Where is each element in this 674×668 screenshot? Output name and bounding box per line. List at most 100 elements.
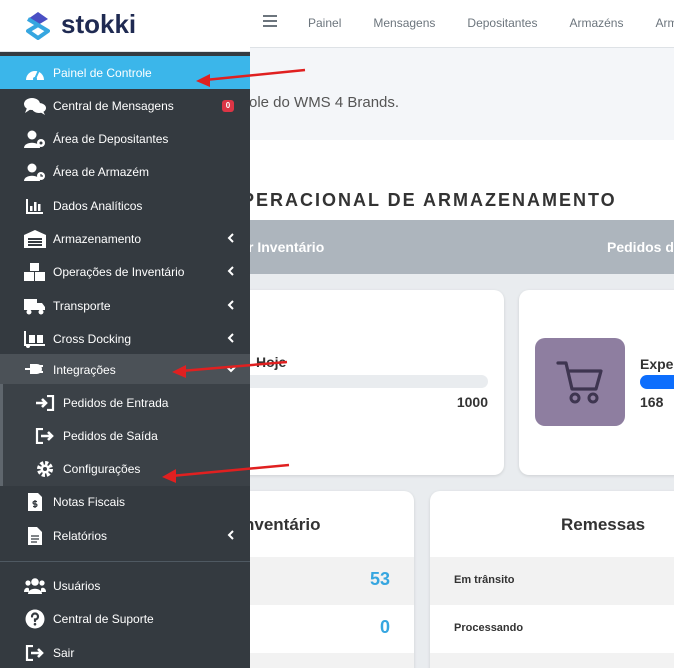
brand-link[interactable]: stokki xyxy=(0,0,250,52)
comments-icon xyxy=(24,96,46,115)
stat-card-expedition: Exped 168 xyxy=(519,290,674,475)
question-circle-icon xyxy=(24,609,46,628)
sidebar-item-label: Operações de Inventário xyxy=(53,265,185,279)
hamburger-menu-icon[interactable] xyxy=(263,15,277,27)
sidebar-item-label: Relatórios xyxy=(53,529,108,543)
sidebar-item-armazenamento[interactable]: Armazenamento xyxy=(0,222,250,255)
chevron-down-icon xyxy=(226,366,236,373)
sidebar-item-label: Central de Suporte xyxy=(53,612,154,626)
truck-icon xyxy=(24,296,46,315)
sidebar-item-sair[interactable]: Sair xyxy=(0,636,250,668)
stat-value-today: 1000 xyxy=(456,394,488,410)
shopping-cart-icon xyxy=(535,338,625,426)
table-row xyxy=(430,653,674,668)
table-row: 0 xyxy=(236,605,414,653)
top-navbar: Painel Mensagens Depositantes Armazéns A… xyxy=(250,0,674,48)
sidebar-item-transporte[interactable]: Transporte xyxy=(0,289,250,322)
shipment-status: Em trânsito xyxy=(454,574,515,586)
shipments-title: Remessas xyxy=(561,515,646,534)
sidebar-item-depositantes[interactable]: Área de Depositantes xyxy=(0,122,250,155)
sidebar-item-label: Central de Mensagens xyxy=(53,99,174,113)
topnav-armazens[interactable]: Armazéns xyxy=(569,16,623,30)
sidebar-item-analiticos[interactable]: Dados Analíticos xyxy=(0,189,250,222)
sidebar-item-configuracoes[interactable]: Configurações xyxy=(0,452,250,485)
file-alt-icon xyxy=(24,526,46,545)
chevron-left-icon xyxy=(227,333,234,343)
messages-count-badge: 0 xyxy=(222,100,234,112)
sidebar-item-label: Notas Fiscais xyxy=(53,495,126,509)
topnav-depositantes[interactable]: Depositantes xyxy=(467,16,537,30)
sidebar-item-relatorios[interactable]: Relatórios xyxy=(0,519,250,552)
users-icon xyxy=(24,576,46,595)
sidebar-item-label: Pedidos de Entrada xyxy=(63,396,169,410)
topnav-armazenamento[interactable]: Armazen xyxy=(655,16,674,30)
page-subtitle: role do WMS 4 Brands. xyxy=(244,94,400,111)
summary-header-bar: r Inventário Pedidos de xyxy=(248,220,674,274)
bar-label-orders: Pedidos de xyxy=(607,239,674,255)
sign-in-icon xyxy=(34,393,56,412)
sidebar-item-label: Pedidos de Saída xyxy=(63,429,158,443)
sidebar-item-label: Sair xyxy=(53,646,75,660)
stat-value-expedition: 168 xyxy=(640,394,664,410)
sidebar-item-label: Painel de Controle xyxy=(53,66,152,80)
progress-bar-expedition xyxy=(640,375,674,389)
sidebar-item-painel[interactable]: Painel de Controle xyxy=(0,56,250,89)
sidebar-item-label: Configurações xyxy=(63,462,141,476)
user-cog-icon xyxy=(24,129,46,148)
sidebar-item-integracoes[interactable]: Integrações xyxy=(0,354,250,384)
table-row: Processando xyxy=(430,605,674,653)
sidebar: stokki Painel de Controle Central de Men… xyxy=(0,0,250,668)
sidebar-item-label: Área de Depositantes xyxy=(53,132,169,146)
shipments-tile: Remessas Em trânsito Processando xyxy=(430,491,674,668)
file-invoice-dollar-icon xyxy=(24,492,46,511)
user-clock-icon xyxy=(24,162,46,181)
table-row: 53 xyxy=(236,557,414,605)
inventory-tile: nventário 53 0 xyxy=(236,491,414,668)
stat-label-today: Hoje xyxy=(256,354,287,370)
progress-bar-today xyxy=(236,375,488,388)
chevron-left-icon xyxy=(227,530,234,540)
shipment-status: Processando xyxy=(454,622,524,634)
sidebar-item-mensagens[interactable]: Central de Mensagens 0 xyxy=(0,89,250,122)
sidebar-item-pedidos-saida[interactable]: Pedidos de Saída xyxy=(0,419,250,452)
brand-name: stokki xyxy=(61,9,137,39)
gear-icon xyxy=(34,459,56,478)
sidebar-item-label: Usuários xyxy=(53,579,101,593)
sidebar-item-label: Dados Analíticos xyxy=(53,199,143,213)
sign-out-icon xyxy=(34,426,56,445)
plug-icon xyxy=(24,359,46,378)
sidebar-item-label: Área de Armazém xyxy=(53,165,150,179)
topnav-painel[interactable]: Painel xyxy=(308,16,341,30)
table-row: Em trânsito xyxy=(430,557,674,605)
bar-label-inventory: r Inventário xyxy=(248,239,325,255)
sidebar-item-suporte[interactable]: Central de Suporte xyxy=(0,602,250,635)
sidebar-item-usuarios[interactable]: Usuários xyxy=(0,569,250,602)
dolly-icon xyxy=(24,329,46,348)
table-row xyxy=(236,653,414,668)
sidebar-item-label: Cross Docking xyxy=(53,332,132,346)
sidebar-item-label: Armazenamento xyxy=(53,232,142,246)
sign-out-icon xyxy=(24,643,46,662)
inventory-value: 53 xyxy=(369,569,390,589)
sidebar-item-notas-fiscais[interactable]: Notas Fiscais xyxy=(0,485,250,518)
sidebar-item-label: Transporte xyxy=(53,299,111,313)
stat-card-today: Hoje 1000 xyxy=(236,290,504,475)
sidebar-item-pedidos-entrada[interactable]: Pedidos de Entrada xyxy=(0,386,250,419)
sidebar-item-label: Integrações xyxy=(53,363,116,377)
sidebar-divider xyxy=(0,561,250,562)
sidebar-item-cross-docking[interactable]: Cross Docking xyxy=(0,322,250,355)
inventory-title: nventário xyxy=(244,515,321,534)
warehouse-icon xyxy=(24,229,46,248)
chevron-left-icon xyxy=(227,300,234,310)
content-header: role do WMS 4 Brands. xyxy=(244,48,674,136)
chevron-left-icon xyxy=(227,266,234,276)
sidebar-item-armazem[interactable]: Área de Armazém xyxy=(0,155,250,188)
inventory-value: 0 xyxy=(379,617,390,637)
sidebar-item-inventario[interactable]: Operações de Inventário xyxy=(0,255,250,288)
topnav-mensagens[interactable]: Mensagens xyxy=(373,16,435,30)
stokki-logo-icon xyxy=(26,12,50,40)
chevron-left-icon xyxy=(227,233,234,243)
stat-label-expedition: Exped xyxy=(640,356,674,372)
dashboard-gauge-icon xyxy=(24,63,46,82)
section-title: PERACIONAL DE ARMAZENAMENTO xyxy=(242,190,617,210)
